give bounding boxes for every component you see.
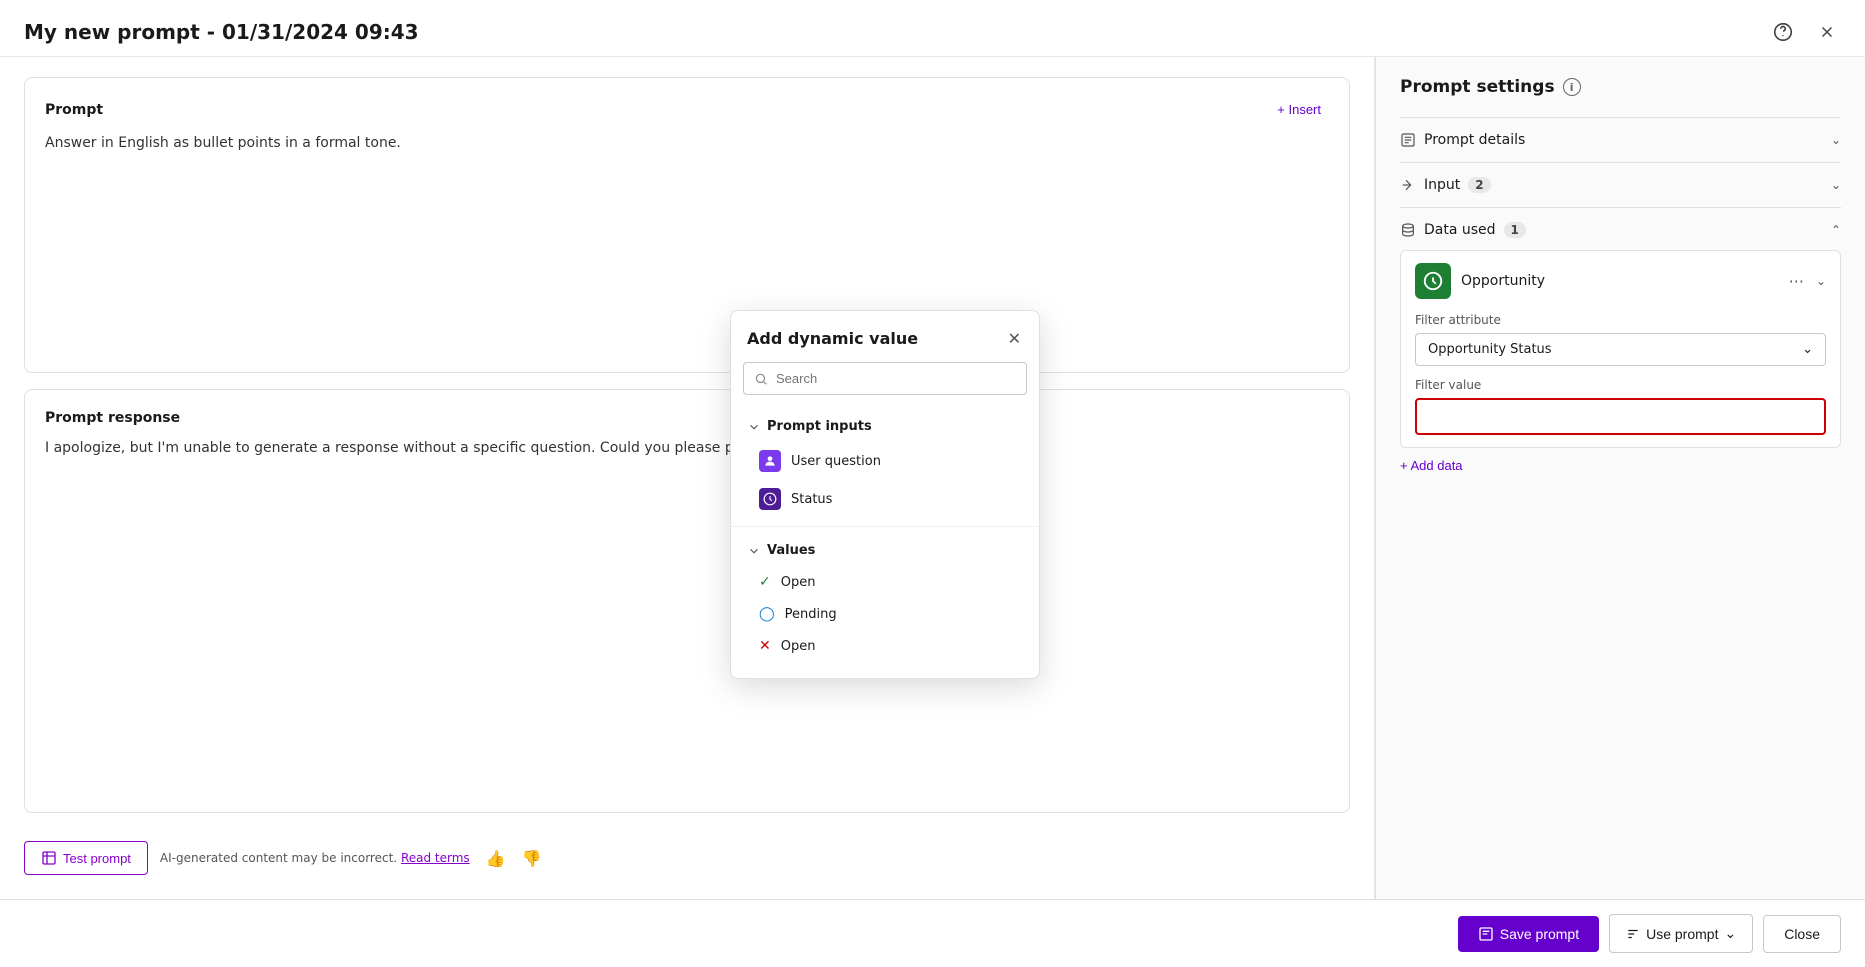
window-title: My new prompt - 01/31/2024 09:43 bbox=[24, 20, 419, 44]
values-chevron-icon bbox=[747, 544, 761, 558]
filter-value-input-wrapper bbox=[1415, 398, 1826, 435]
values-title: Values bbox=[767, 543, 815, 558]
opportunity-actions: ··· ⌄ bbox=[1785, 270, 1826, 293]
input-badge: 2 bbox=[1468, 177, 1490, 193]
use-prompt-chevron: ⌄ bbox=[1724, 925, 1736, 942]
value-open-check-label: Open bbox=[781, 575, 816, 590]
value-pending-label: Pending bbox=[785, 607, 837, 622]
prompt-details-header[interactable]: Prompt details ⌄ bbox=[1400, 132, 1841, 148]
filter-attribute-chevron: ⌄ bbox=[1802, 342, 1813, 357]
settings-info-icon[interactable]: i bbox=[1563, 78, 1581, 96]
popup-close-icon[interactable]: ✕ bbox=[1006, 327, 1023, 350]
x-icon: ✕ bbox=[759, 638, 771, 654]
check-icon: ✓ bbox=[759, 574, 771, 590]
user-question-item[interactable]: User question bbox=[731, 442, 1039, 480]
thumbs-up-button[interactable]: 👍 bbox=[486, 849, 506, 868]
use-prompt-button[interactable]: Use prompt ⌄ bbox=[1609, 914, 1753, 953]
value-pending-item[interactable]: ◯ Pending bbox=[731, 598, 1039, 630]
title-bar: My new prompt - 01/31/2024 09:43 bbox=[0, 0, 1865, 57]
prompt-content: Answer in English as bullet points in a … bbox=[45, 133, 1329, 154]
input-section: Input 2 ⌄ bbox=[1400, 162, 1841, 207]
add-data-button[interactable]: + Add data bbox=[1400, 448, 1463, 477]
data-used-badge: 1 bbox=[1504, 222, 1526, 238]
prompt-card-title: Prompt bbox=[45, 102, 103, 118]
right-panel: Prompt settings i Prompt details ⌄ bbox=[1375, 57, 1865, 899]
input-chevron: ⌄ bbox=[1831, 178, 1841, 192]
filter-value-label: Filter value bbox=[1415, 378, 1826, 392]
values-header[interactable]: Values bbox=[731, 535, 1039, 566]
test-prompt-label: Test prompt bbox=[63, 851, 131, 866]
status-item[interactable]: Status bbox=[731, 480, 1039, 518]
status-icon bbox=[759, 488, 781, 510]
response-card: Prompt response I apologize, but I'm una… bbox=[24, 389, 1350, 813]
read-terms-link[interactable]: Read terms bbox=[401, 851, 470, 865]
prompt-card-header: Prompt + Insert bbox=[45, 98, 1329, 121]
prompt-details-icon bbox=[1400, 132, 1416, 148]
user-question-icon bbox=[759, 450, 781, 472]
data-used-label: Data used bbox=[1424, 222, 1496, 238]
data-used-chevron: ⌃ bbox=[1831, 223, 1841, 237]
user-question-label: User question bbox=[791, 454, 881, 469]
popup-title: Add dynamic value bbox=[747, 329, 918, 348]
prompt-details-section: Prompt details ⌄ bbox=[1400, 117, 1841, 162]
search-icon bbox=[754, 372, 768, 386]
data-used-section: Data used 1 ⌃ bbox=[1400, 207, 1841, 491]
opportunity-chevron[interactable]: ⌄ bbox=[1816, 274, 1826, 288]
prompt-details-label: Prompt details bbox=[1424, 132, 1525, 148]
prompt-details-chevron: ⌄ bbox=[1831, 133, 1841, 147]
opportunity-header: Opportunity ··· ⌄ bbox=[1415, 263, 1826, 299]
filter-attribute-value: Opportunity Status bbox=[1428, 342, 1552, 357]
close-icon[interactable] bbox=[1813, 18, 1841, 46]
use-icon bbox=[1626, 927, 1640, 941]
section-chevron-icon bbox=[747, 420, 761, 434]
popup-divider bbox=[731, 526, 1039, 527]
status-label: Status bbox=[791, 492, 832, 507]
filter-attribute-label: Filter attribute bbox=[1415, 313, 1826, 327]
prompt-card: Prompt + Insert Answer in English as bul… bbox=[24, 77, 1350, 373]
data-used-content: Opportunity ··· ⌄ Filter attribute Oppor… bbox=[1400, 250, 1841, 477]
values-section: Values ✓ Open ◯ Pending ✕ Open bbox=[731, 531, 1039, 666]
close-button[interactable]: Close bbox=[1763, 915, 1841, 953]
value-open-x-label: Open bbox=[781, 639, 816, 654]
save-icon bbox=[1478, 926, 1494, 942]
filter-attribute-dropdown[interactable]: Opportunity Status ⌄ bbox=[1415, 333, 1826, 366]
test-prompt-button[interactable]: Test prompt bbox=[24, 841, 148, 875]
response-content: I apologize, but I'm unable to generate … bbox=[45, 438, 1329, 459]
opportunity-icon bbox=[1415, 263, 1451, 299]
search-input[interactable] bbox=[776, 371, 1016, 386]
insert-button[interactable]: + Insert bbox=[1269, 98, 1329, 121]
response-title: Prompt response bbox=[45, 410, 1329, 426]
filter-attribute-section: Filter attribute Opportunity Status ⌄ bbox=[1415, 313, 1826, 366]
value-open-x-item[interactable]: ✕ Open bbox=[731, 630, 1039, 662]
opportunity-more-button[interactable]: ··· bbox=[1785, 270, 1808, 293]
filter-value-section: Filter value bbox=[1415, 378, 1826, 435]
input-icon bbox=[1400, 177, 1416, 193]
thumbs-down-button[interactable]: 👎 bbox=[522, 849, 542, 868]
title-bar-actions bbox=[1769, 18, 1841, 46]
clock-icon: ◯ bbox=[759, 606, 775, 622]
data-used-icon bbox=[1400, 222, 1416, 238]
popup-header: Add dynamic value ✕ bbox=[731, 311, 1039, 362]
filter-value-input[interactable] bbox=[1418, 401, 1823, 432]
value-open-check-item[interactable]: ✓ Open bbox=[731, 566, 1039, 598]
bottom-bar: Save prompt Use prompt ⌄ Close bbox=[0, 899, 1865, 967]
input-label: Input bbox=[1424, 177, 1460, 193]
prompt-inputs-header[interactable]: Prompt inputs bbox=[731, 411, 1039, 442]
help-icon[interactable] bbox=[1769, 18, 1797, 46]
left-footer: Test prompt AI-generated content may be … bbox=[24, 829, 1350, 879]
settings-title: Prompt settings i bbox=[1400, 77, 1841, 97]
main-window: My new prompt - 01/31/2024 09:43 Prompt bbox=[0, 0, 1865, 967]
prompt-inputs-title: Prompt inputs bbox=[767, 419, 872, 434]
input-header[interactable]: Input 2 ⌄ bbox=[1400, 177, 1841, 193]
dynamic-value-popup: Add dynamic value ✕ Prompt inputs bbox=[730, 310, 1040, 679]
opportunity-card: Opportunity ··· ⌄ Filter attribute Oppor… bbox=[1400, 250, 1841, 448]
prompt-inputs-section: Prompt inputs User question Status bbox=[731, 407, 1039, 522]
data-used-header[interactable]: Data used 1 ⌃ bbox=[1400, 222, 1841, 238]
test-icon bbox=[41, 850, 57, 866]
ai-notice: AI-generated content may be incorrect. R… bbox=[160, 851, 470, 865]
opportunity-name: Opportunity bbox=[1461, 273, 1775, 289]
popup-search-container bbox=[743, 362, 1027, 395]
save-prompt-button[interactable]: Save prompt bbox=[1458, 916, 1599, 952]
left-panel: Prompt + Insert Answer in English as bul… bbox=[0, 57, 1375, 899]
